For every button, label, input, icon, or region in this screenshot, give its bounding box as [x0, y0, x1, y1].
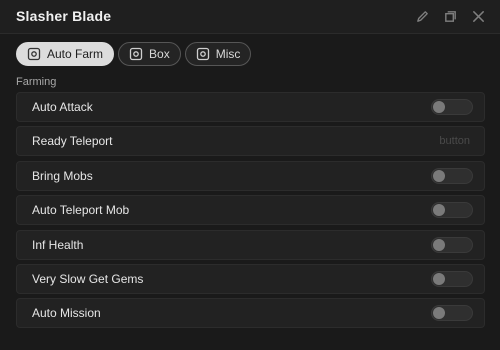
toggle-knob: [433, 238, 445, 251]
window-title: Slasher Blade: [16, 8, 112, 24]
tab-label: Auto Farm: [47, 47, 104, 61]
row-label: Auto Attack: [32, 100, 93, 114]
row-bring-mobs[interactable]: Bring Mobs: [16, 160, 485, 191]
restore-icon[interactable]: [442, 8, 458, 24]
tab-bar: Auto Farm Box Misc: [16, 42, 252, 66]
auto-attack-toggle[interactable]: [431, 99, 473, 115]
tab-label: Misc: [215, 47, 241, 61]
toggle-knob: [433, 204, 445, 217]
app-window: Slasher Blade Auto Farm Box Misc Farming…: [0, 0, 500, 350]
feature-list: Auto Attack Ready Teleport button Bring …: [16, 92, 485, 333]
row-very-slow-get-gems[interactable]: Very Slow Get Gems: [16, 263, 485, 294]
tab-misc[interactable]: Misc: [184, 42, 252, 66]
row-auto-teleport-mob[interactable]: Auto Teleport Mob: [16, 195, 485, 226]
window-controls: [414, 8, 486, 24]
bring-mobs-toggle[interactable]: [431, 167, 473, 184]
row-ready-teleport[interactable]: Ready Teleport button: [16, 126, 485, 157]
very-slow-get-gems-toggle[interactable]: [431, 270, 473, 287]
row-inf-health[interactable]: Inf Health: [16, 229, 485, 260]
tab-glyph-icon: [27, 47, 41, 61]
tab-box[interactable]: Box: [118, 42, 181, 66]
auto-teleport-mob-toggle[interactable]: [431, 202, 473, 219]
title-bar: Slasher Blade: [0, 0, 500, 34]
tab-label: Box: [149, 47, 170, 61]
inf-health-toggle[interactable]: [431, 236, 473, 253]
close-icon[interactable]: [470, 8, 486, 24]
tab-auto-farm[interactable]: Auto Farm: [16, 42, 115, 66]
section-label-farming: Farming: [16, 76, 57, 88]
row-label: Very Slow Get Gems: [32, 271, 144, 286]
tab-glyph-icon: [196, 47, 210, 61]
toggle-knob: [433, 307, 445, 320]
toggle-knob: [433, 101, 445, 113]
row-label: Bring Mobs: [32, 168, 93, 183]
pen-icon[interactable]: [414, 8, 430, 24]
row-auto-mission[interactable]: Auto Mission: [16, 298, 485, 329]
row-auto-attack[interactable]: Auto Attack: [16, 92, 485, 122]
toggle-knob: [433, 272, 445, 285]
row-label: Inf Health: [32, 237, 84, 252]
row-label: Auto Mission: [32, 306, 101, 321]
auto-mission-toggle[interactable]: [431, 305, 473, 322]
toggle-knob: [433, 169, 445, 182]
tab-glyph-icon: [129, 47, 143, 61]
ready-teleport-button[interactable]: button: [439, 135, 470, 147]
row-label: Auto Teleport Mob: [32, 203, 130, 218]
row-label: Ready Teleport: [32, 134, 113, 149]
